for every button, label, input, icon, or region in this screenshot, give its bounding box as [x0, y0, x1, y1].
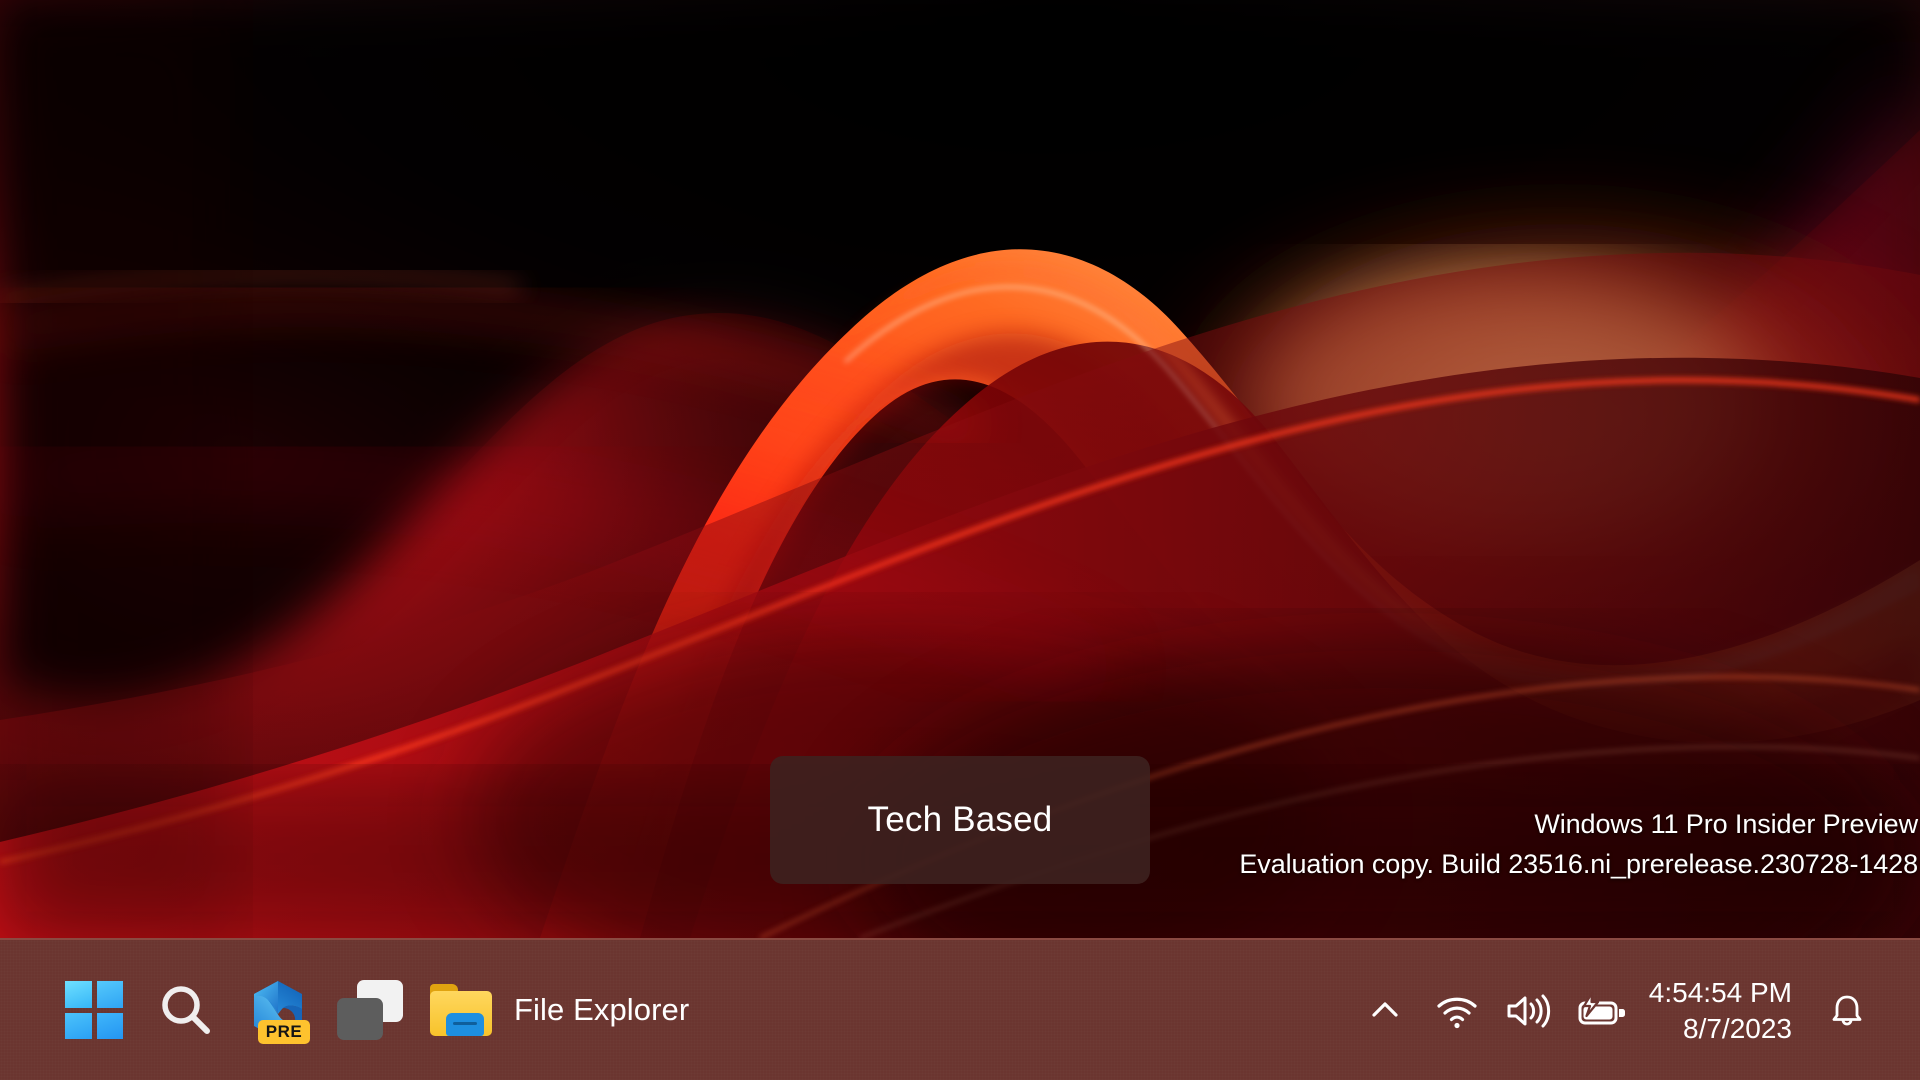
battery-charging-icon [1578, 991, 1625, 1025]
edge-button[interactable]: PRE [232, 964, 324, 1056]
volume-button[interactable] [1493, 965, 1565, 1057]
task-view-icon [337, 980, 403, 1040]
start-button[interactable] [48, 964, 140, 1056]
windows-logo-icon [65, 981, 123, 1039]
speaker-icon [1507, 994, 1550, 1028]
search-button[interactable] [140, 964, 232, 1056]
taskbar: PRE File Explorer 4:54:54 PM 8/7/2023 [0, 938, 1920, 1080]
desktop-screen: Tech Based Windows 11 Pro Insider Previe… [0, 0, 1920, 1080]
network-button[interactable] [1421, 965, 1493, 1057]
tech-based-card[interactable]: Tech Based [770, 756, 1150, 884]
file-explorer-button[interactable]: File Explorer [416, 964, 711, 1056]
bell-icon [1832, 995, 1862, 1026]
task-view-button[interactable] [324, 964, 416, 1056]
windows-activation-watermark: Windows 11 Pro Insider Preview Evaluatio… [1239, 804, 1918, 884]
taskbar-app-group: PRE File Explorer [0, 964, 711, 1056]
edge-pre-badge: PRE [258, 1020, 310, 1044]
search-icon [162, 986, 210, 1034]
clock-time: 4:54:54 PM [1648, 977, 1792, 1008]
battery-button[interactable] [1565, 965, 1637, 1057]
folder-icon [430, 984, 492, 1036]
clock-date: 8/7/2023 [1683, 1013, 1792, 1044]
wifi-icon [1437, 997, 1477, 1029]
file-explorer-label: File Explorer [514, 992, 690, 1027]
watermark-line-1: Windows 11 Pro Insider Preview [1534, 809, 1918, 839]
show-hidden-icons-button[interactable] [1349, 965, 1421, 1057]
chevron-up-icon [1372, 1002, 1398, 1017]
tech-based-label: Tech Based [867, 800, 1053, 839]
clock-button[interactable]: 4:54:54 PM 8/7/2023 [1637, 975, 1810, 1047]
notifications-button[interactable] [1810, 965, 1884, 1057]
watermark-line-2: Evaluation copy. Build 23516.ni_prerelea… [1239, 849, 1918, 879]
system-tray: 4:54:54 PM 8/7/2023 [1349, 940, 1920, 1080]
edge-icon: PRE [246, 978, 310, 1044]
